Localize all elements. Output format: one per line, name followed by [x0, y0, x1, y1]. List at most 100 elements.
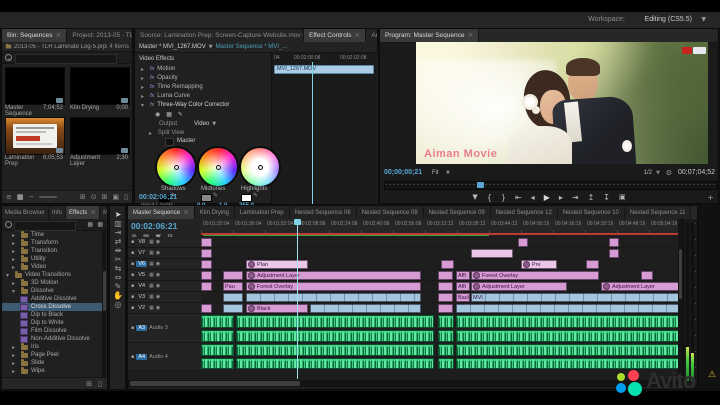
lock-icon[interactable]: ▪ [131, 354, 134, 360]
midtones-color-wheel[interactable] [197, 146, 239, 188]
set-display-style-icon[interactable]: ▦ [149, 239, 154, 245]
audio-clip[interactable] [438, 344, 454, 356]
workspace-value[interactable]: Editing (CS5.5) [645, 16, 692, 23]
trash-icon[interactable]: ▯ [124, 193, 128, 201]
track-header-a3[interactable]: ▪ A3 Audio 3 [128, 314, 202, 343]
pen-tool[interactable]: ✎ [110, 282, 126, 291]
track-header-v7[interactable]: ▪V7▦◉ [128, 248, 202, 259]
shadows-color-wheel[interactable] [155, 146, 197, 188]
twisty-icon[interactable]: ▸ [141, 75, 147, 82]
selection-tool[interactable]: ➤ [110, 210, 126, 219]
tree-item-cross-dissolve[interactable]: Cross Dissolve [2, 303, 103, 311]
timeline-clip[interactable] [471, 249, 513, 258]
timeline-tab-nested-08[interactable]: Nested Sequence 08 [357, 206, 424, 219]
set-display-style-icon[interactable]: ▦ [149, 283, 154, 289]
go-to-out-icon[interactable]: ⇥ [572, 193, 579, 202]
wheel-handle[interactable] [174, 165, 179, 170]
audio-clip[interactable] [438, 315, 454, 328]
timeline-tab-lamination-prep[interactable]: Lamination Prep [235, 206, 290, 219]
automate-to-sequence-icon[interactable]: ⊞ [80, 193, 86, 201]
ec-split-view-row[interactable]: ▸ Split View [149, 129, 279, 137]
twisty-icon[interactable]: ▾ [141, 102, 147, 109]
set-display-style-icon[interactable]: ▦ [149, 305, 154, 311]
list-view-icon[interactable]: ≡ [6, 193, 12, 201]
ec-effect-three-way-color-corrector[interactable]: ▾ fx Three-Way Color Corrector [141, 101, 271, 109]
program-current-timecode[interactable]: 00;00;00;21 [384, 169, 422, 176]
twisty-icon[interactable]: ▸ [141, 93, 147, 100]
playhead-line[interactable] [297, 224, 298, 379]
close-icon[interactable]: × [90, 209, 96, 216]
audio-clip[interactable] [438, 330, 454, 342]
audio-clip[interactable] [236, 330, 434, 342]
chevron-down-icon[interactable]: ▼ [209, 44, 213, 50]
master-checkbox[interactable] [165, 138, 174, 146]
timeline-clip[interactable] [441, 260, 454, 269]
track-header-a4[interactable]: ▪ A4 Audio 4 [128, 343, 202, 371]
timeline-clip[interactable] [518, 238, 528, 247]
timeline-clip[interactable] [223, 271, 243, 280]
timeline-clip[interactable] [609, 238, 619, 247]
tree-item-video[interactable]: ▸Video [2, 263, 103, 271]
lock-icon[interactable]: ▪ [131, 250, 134, 256]
timeline-clip[interactable] [438, 304, 453, 313]
set-display-style-icon[interactable]: ▦ [149, 250, 154, 256]
timeline-clip-black[interactable]: Black [246, 304, 308, 313]
timeline-tab-master-sequence[interactable]: Master Sequence× [128, 206, 195, 219]
lock-icon[interactable]: ▪ [131, 294, 134, 300]
lock-icon[interactable]: ▪ [131, 283, 134, 289]
tree-item-time[interactable]: ▸Time [2, 231, 103, 239]
bin-item-thumbnail-adjustment-layer[interactable] [70, 117, 130, 155]
rolling-edit-tool[interactable]: ⇄ [110, 237, 126, 246]
twisty-icon[interactable]: ▸ [141, 66, 147, 73]
twisty-icon[interactable]: ▸ [12, 256, 18, 263]
twisty-icon[interactable]: ▸ [12, 360, 18, 367]
timeline-clip[interactable] [456, 304, 681, 313]
close-icon[interactable]: × [467, 32, 473, 39]
timeline-h-scrollbar[interactable] [128, 380, 681, 387]
tab-effects[interactable]: Effects× [66, 206, 100, 219]
twisty-icon[interactable]: ▸ [141, 84, 147, 91]
lock-icon[interactable]: ▪ [131, 239, 134, 245]
timeline-timecode[interactable]: 00:02:06:21 [131, 221, 177, 231]
toggle-track-output-icon[interactable]: ◉ [156, 239, 160, 245]
track-header-v4[interactable]: ▪V4▦◉ [128, 281, 202, 292]
audio-clip[interactable] [201, 358, 234, 369]
toggle-track-output-icon[interactable]: ◉ [156, 294, 160, 300]
twisty-icon[interactable]: ▸ [12, 232, 18, 239]
tree-item-iris[interactable]: ▸Iris [2, 343, 103, 351]
eyedropper-icon[interactable]: ✎ [178, 111, 183, 118]
timeline-clip[interactable] [223, 293, 243, 302]
audio-clip[interactable] [438, 358, 454, 369]
tree-item-transform[interactable]: ▸Transform [2, 239, 103, 247]
new-bin-icon[interactable]: ⊞ [102, 193, 108, 201]
effects-search-input[interactable] [14, 221, 76, 231]
eyedropper-icon[interactable]: ✎ [213, 192, 218, 199]
timeline-clip-forest-overlay[interactable]: Forest Overlay [471, 271, 599, 280]
toggle-track-output-icon[interactable]: ◉ [156, 272, 160, 278]
bin-item-label[interactable]: Kiln Drying0;00 [70, 105, 128, 111]
track-header-v8[interactable]: ▪V8▦◉ [128, 237, 202, 248]
step-forward-icon[interactable]: ▸ [559, 193, 563, 202]
timeline-clip[interactable] [609, 249, 619, 258]
scrollbar-thumb[interactable] [679, 249, 682, 299]
timeline-clip[interactable] [201, 271, 212, 280]
twisty-icon[interactable]: ▸ [12, 344, 18, 351]
program-zoom-level[interactable]: Fit [432, 170, 439, 176]
tree-item-3d-motion[interactable]: ▸3D Motion [2, 279, 103, 287]
twisty-icon[interactable]: ▸ [149, 130, 155, 137]
mark-out-icon[interactable]: } [501, 193, 506, 202]
chevron-down-icon[interactable]: ▼ [446, 170, 450, 176]
scrollbar-thumb[interactable] [130, 381, 300, 386]
timeline-clip-filmstrip[interactable] [246, 293, 421, 302]
zoom-tool[interactable]: ◎ [110, 300, 126, 309]
eyedropper-icon[interactable]: ✎ [253, 192, 258, 199]
mark-in-icon[interactable]: { [487, 193, 492, 202]
timeline-clip[interactable] [438, 282, 453, 291]
close-icon[interactable]: × [183, 209, 189, 216]
tab-source-monitor[interactable]: Source: Lamination Prep: Screen-Capture-… [135, 29, 304, 42]
tab-bin-sequences[interactable]: Bin: Sequences × [2, 29, 67, 42]
tree-item-video-transitions[interactable]: ▾Video Transitions [2, 271, 103, 279]
lock-icon[interactable]: ▪ [131, 272, 134, 278]
twisty-icon[interactable]: ▸ [12, 368, 18, 375]
tab-media-browser[interactable]: Media Browser [2, 206, 49, 219]
